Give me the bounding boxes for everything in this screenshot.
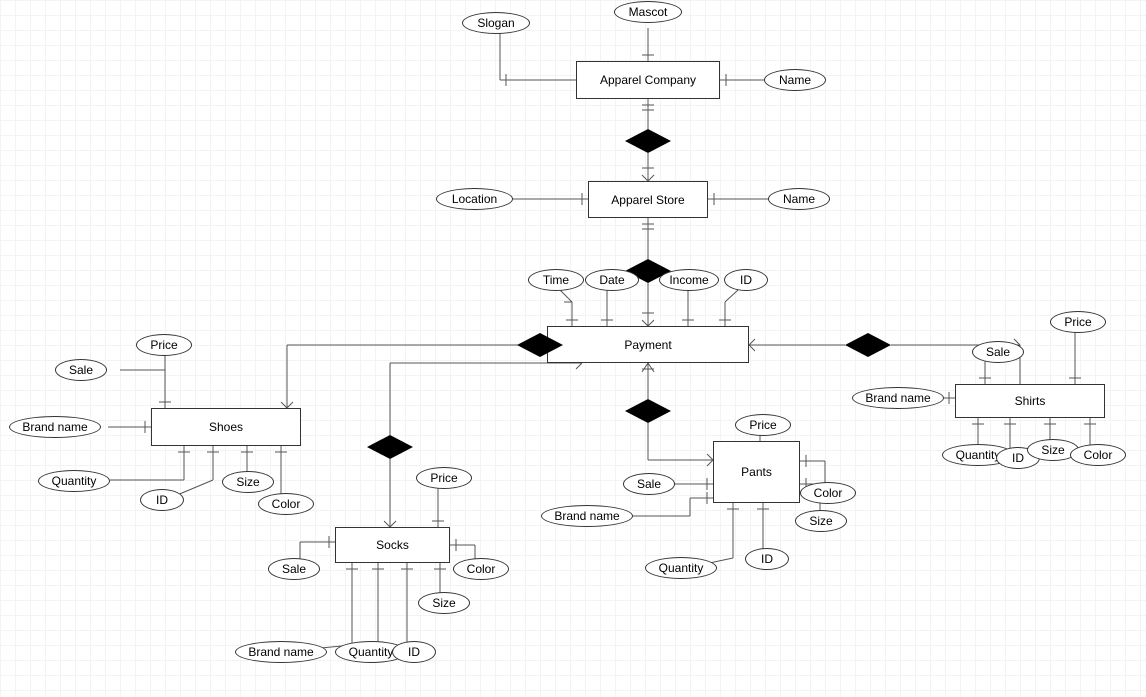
attr-pants-sale[interactable]: Sale [623, 473, 675, 495]
attr-shoes-brand[interactable]: Brand name [9, 416, 101, 438]
attr-company-mascot[interactable]: Mascot [614, 1, 682, 23]
attr-label: ID [156, 493, 168, 507]
entity-label: Pants [741, 465, 772, 479]
entity-apparel-store[interactable]: Apparel Store [588, 181, 708, 218]
attr-label: Size [1041, 443, 1064, 457]
relationship-label: earn [636, 248, 660, 294]
attr-label: Quantity [52, 474, 97, 488]
relationship-sells-socks[interactable]: Sells [367, 435, 413, 459]
attr-socks-brand[interactable]: Brand name [235, 641, 327, 663]
attr-pants-size[interactable]: Size [795, 510, 847, 532]
attr-label: Price [430, 471, 457, 485]
attr-socks-id[interactable]: ID [392, 641, 436, 663]
attr-pants-id[interactable]: ID [745, 548, 789, 570]
attr-company-name[interactable]: Name [764, 69, 826, 91]
attr-label: ID [761, 552, 773, 566]
attr-label: Color [467, 562, 496, 576]
relationship-label: Sells [378, 424, 402, 470]
attr-shoes-id[interactable]: ID [140, 489, 184, 511]
attr-label: Quantity [956, 448, 1001, 462]
entity-apparel-company[interactable]: Apparel Company [576, 61, 720, 99]
attr-shirts-brand[interactable]: Brand name [852, 387, 944, 409]
attr-label: Slogan [477, 16, 514, 30]
relationship-label: owns [636, 118, 660, 164]
attr-label: Color [814, 486, 843, 500]
relationship-sells-pants[interactable]: Sells [625, 399, 671, 423]
attr-payment-date[interactable]: Date [585, 269, 639, 291]
relationship-label: Sells [636, 388, 660, 434]
attr-store-location[interactable]: Location [436, 188, 513, 210]
relationship-label: Sells [845, 333, 891, 357]
attr-label: Size [432, 596, 455, 610]
attr-label: Sale [282, 562, 306, 576]
attr-label: Price [1064, 315, 1091, 329]
attr-pants-color[interactable]: Color [800, 482, 856, 504]
entity-label: Shirts [1015, 394, 1046, 408]
attr-label: ID [408, 645, 420, 659]
attr-company-slogan[interactable]: Slogan [462, 12, 530, 34]
attr-label: Quantity [349, 645, 394, 659]
attr-label: Date [599, 273, 624, 287]
attr-shoes-color[interactable]: Color [258, 493, 314, 515]
attr-label: Brand name [865, 391, 930, 405]
attr-socks-color[interactable]: Color [453, 558, 509, 580]
attr-label: Size [809, 514, 832, 528]
entity-payment[interactable]: Payment [547, 326, 749, 363]
attr-socks-price[interactable]: Price [416, 467, 472, 489]
entity-label: Apparel Company [600, 73, 696, 87]
attr-label: Name [783, 192, 815, 206]
attr-socks-sale[interactable]: Sale [268, 558, 320, 580]
attr-label: Mascot [629, 5, 668, 19]
attr-label: Price [749, 418, 776, 432]
relationship-sells-shoes[interactable]: Sells [517, 333, 563, 357]
attr-pants-price[interactable]: Price [735, 414, 791, 436]
attr-shoes-sale[interactable]: Sale [55, 359, 107, 381]
relationship-sells-shirts[interactable]: Sells [845, 333, 891, 357]
entity-label: Payment [624, 338, 671, 352]
entity-label: Shoes [209, 420, 243, 434]
attr-label: Sale [637, 477, 661, 491]
attr-label: Income [669, 273, 708, 287]
relationship-label: Sells [517, 333, 563, 357]
entity-shirts[interactable]: Shirts [955, 384, 1105, 418]
attr-label: Color [272, 497, 301, 511]
attr-store-name[interactable]: Name [768, 188, 830, 210]
attr-payment-income[interactable]: Income [659, 269, 719, 291]
attr-payment-id[interactable]: ID [724, 269, 768, 291]
attr-shirts-color[interactable]: Color [1070, 444, 1126, 466]
entity-label: Apparel Store [611, 193, 684, 207]
attr-shoes-quantity[interactable]: Quantity [38, 470, 110, 492]
attr-label: Name [779, 73, 811, 87]
attr-payment-time[interactable]: Time [528, 269, 584, 291]
attr-socks-size[interactable]: Size [418, 592, 470, 614]
attr-label: Sale [986, 345, 1010, 359]
entity-pants[interactable]: Pants [713, 441, 800, 503]
attr-label: Time [543, 273, 569, 287]
attr-label: Brand name [22, 420, 87, 434]
attr-pants-quantity[interactable]: Quantity [645, 557, 717, 579]
attr-label: Brand name [554, 509, 619, 523]
entity-label: Socks [376, 538, 409, 552]
attr-label: Size [236, 475, 259, 489]
attr-label: Price [150, 338, 177, 352]
attr-label: Location [452, 192, 497, 206]
attr-label: Sale [69, 363, 93, 377]
attr-shoes-size[interactable]: Size [222, 471, 274, 493]
attr-label: Quantity [659, 561, 704, 575]
attr-label: Brand name [248, 645, 313, 659]
entity-shoes[interactable]: Shoes [151, 408, 301, 446]
entity-socks[interactable]: Socks [335, 527, 450, 563]
attr-shirts-price[interactable]: Price [1050, 311, 1106, 333]
attr-pants-brand[interactable]: Brand name [541, 505, 633, 527]
attr-label: ID [1012, 451, 1024, 465]
attr-label: Color [1084, 448, 1113, 462]
attr-label: ID [740, 273, 752, 287]
attr-shirts-sale[interactable]: Sale [972, 341, 1024, 363]
relationship-owns[interactable]: owns [625, 129, 671, 153]
attr-shoes-price[interactable]: Price [136, 334, 192, 356]
